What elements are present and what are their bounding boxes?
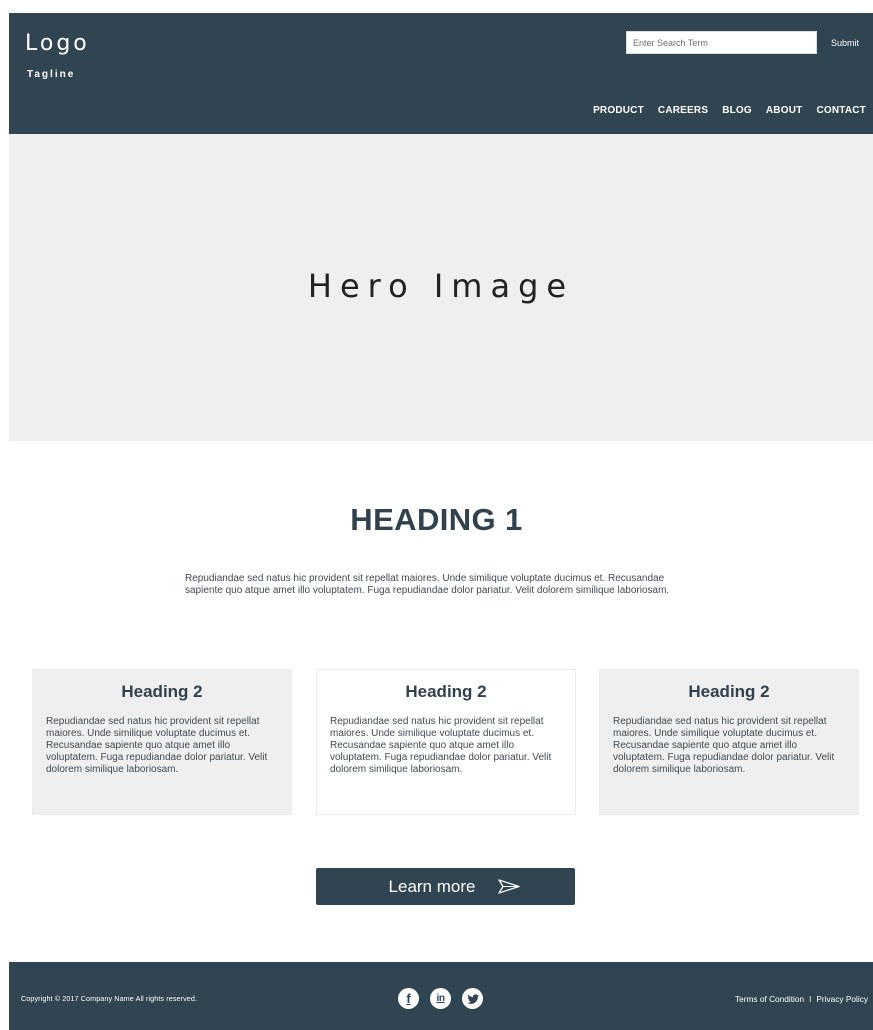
main-nav: PRODUCT CAREERS BLOG ABOUT CONTACT bbox=[593, 105, 866, 116]
privacy-link[interactable]: Privacy Policy bbox=[816, 994, 868, 1004]
feature-card: Heading 2 Repudiandae sed natus hic prov… bbox=[599, 669, 859, 815]
twitter-icon[interactable] bbox=[462, 988, 483, 1009]
social-links: f in bbox=[398, 988, 483, 1009]
tagline: Tagline bbox=[27, 69, 76, 80]
card-heading: Heading 2 bbox=[688, 682, 770, 701]
learn-more-label: Learn more bbox=[388, 876, 476, 896]
card-heading: Heading 2 bbox=[405, 682, 487, 701]
feature-card: Heading 2 Repudiandae sed natus hic prov… bbox=[316, 669, 576, 815]
logo[interactable]: Logo bbox=[25, 33, 90, 55]
card-text: Repudiandae sed natus hic provident sit … bbox=[46, 716, 268, 775]
site-footer: Copyright © 2017 Company Name All rights… bbox=[9, 962, 873, 1030]
nav-item-product[interactable]: PRODUCT bbox=[593, 105, 644, 116]
feature-card: Heading 2 Repudiandae sed natus hic prov… bbox=[32, 669, 292, 815]
footer-links: Terms of Condition I Privacy Policy bbox=[735, 994, 868, 1004]
copyright-text: Copyright © 2017 Company Name All rights… bbox=[21, 994, 198, 1003]
card-heading: Heading 2 bbox=[121, 682, 203, 701]
page-heading: HEADING 1 bbox=[350, 502, 523, 537]
nav-item-contact[interactable]: CONTACT bbox=[816, 105, 866, 116]
nav-item-about[interactable]: ABOUT bbox=[766, 105, 803, 116]
hero-text: Hero Image bbox=[307, 266, 575, 305]
search-input[interactable] bbox=[626, 31, 817, 54]
facebook-icon[interactable]: f bbox=[398, 988, 419, 1009]
nav-item-careers[interactable]: CAREERS bbox=[658, 105, 708, 116]
send-icon bbox=[498, 879, 521, 894]
hero-image: Hero Image bbox=[9, 134, 873, 441]
card-text: Repudiandae sed natus hic provident sit … bbox=[330, 716, 552, 775]
footer-separator: I bbox=[809, 994, 812, 1004]
search-bar: Submit bbox=[626, 31, 868, 54]
learn-more-button[interactable]: Learn more bbox=[316, 868, 575, 905]
intro-text: Repudiandae sed natus hic provident sit … bbox=[185, 573, 670, 596]
feature-cards: Heading 2 Repudiandae sed natus hic prov… bbox=[32, 669, 859, 815]
linkedin-icon[interactable]: in bbox=[430, 988, 451, 1009]
site-header: Logo Tagline Submit PRODUCT CAREERS BLOG… bbox=[9, 13, 873, 134]
submit-button[interactable]: Submit bbox=[822, 31, 868, 54]
nav-item-blog[interactable]: BLOG bbox=[722, 105, 752, 116]
terms-link[interactable]: Terms of Condition bbox=[735, 994, 804, 1004]
card-text: Repudiandae sed natus hic provident sit … bbox=[613, 716, 835, 775]
page: Logo Tagline Submit PRODUCT CAREERS BLOG… bbox=[0, 0, 873, 1030]
